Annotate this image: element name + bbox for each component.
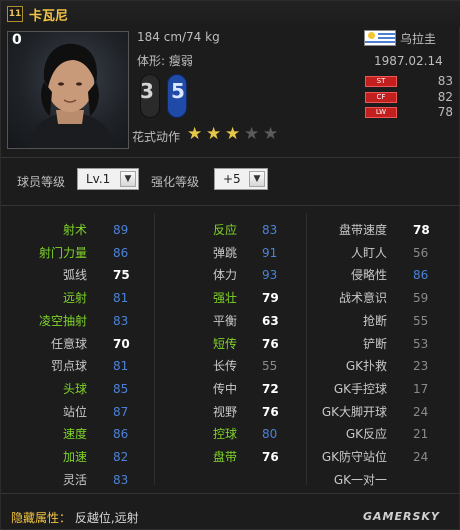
stat-row: GK防守站位 24 <box>1 446 460 468</box>
upgrade-level-select[interactable]: +5 ▼ <box>214 168 268 190</box>
position-tag: LW <box>365 106 397 118</box>
stat-row: 铲断 53 <box>1 333 460 355</box>
hidden-attributes-label: 隐藏属性： <box>11 511 72 525</box>
player-level-select[interactable]: Lv.1 ▼ <box>77 168 139 190</box>
player-level-value: Lv.1 <box>86 172 111 186</box>
upgrade-level-value: +5 <box>223 172 241 186</box>
stat-row: 盘带速度 78 <box>1 219 460 241</box>
watermark-logo: GAMERSKY <box>363 510 440 523</box>
stat-row: GK大脚开球 24 <box>1 401 460 423</box>
nationality: 乌拉圭 <box>400 32 437 46</box>
stat-value: 53 <box>413 336 429 351</box>
position-rating: 83 <box>437 74 453 88</box>
height-weight: 184 cm/74 kg <box>137 30 220 44</box>
stat-name: 人盯人 <box>350 245 387 260</box>
stat-row: 人盯人 56 <box>1 242 460 264</box>
stat-name: 铲断 <box>362 336 387 351</box>
stat-value: 86 <box>413 268 429 283</box>
star-empty-icon: ★ <box>263 124 279 144</box>
position-tag: CF <box>365 91 397 103</box>
stat-name: 侵略性 <box>350 268 387 283</box>
divider <box>1 157 460 158</box>
stat-row: GK扑救 23 <box>1 355 460 377</box>
hidden-attributes: 隐藏属性： 反越位,远射 <box>11 509 139 526</box>
stat-value: 78 <box>413 223 430 237</box>
stat-name: GK大脚开球 <box>321 404 387 419</box>
stat-row: GK手控球 17 <box>1 378 460 400</box>
upgrade-level-label: 强化等级 <box>151 175 200 189</box>
stat-value: 17 <box>413 381 429 396</box>
level-controls: 球员等级 Lv.1 ▼ 强化等级 +5 ▼ <box>1 161 460 197</box>
position-tag: ST <box>365 75 397 87</box>
stat-value: 24 <box>413 450 429 464</box>
player-photo: 0 <box>7 31 129 149</box>
stat-value: 23 <box>413 359 429 374</box>
player-info: 184 cm/74 kg 体形: 瘦弱 <box>137 29 220 77</box>
strong-foot-value: 5 <box>171 79 185 103</box>
stat-value: 24 <box>413 404 429 419</box>
stat-value: 55 <box>413 313 429 328</box>
player-portrait-image <box>28 43 116 148</box>
stat-row: GK一对一 <box>1 469 460 491</box>
stat-value: 21 <box>413 427 429 442</box>
player-level-label: 球员等级 <box>17 175 66 189</box>
stat-row: GK反应 21 <box>1 423 460 445</box>
player-name: 卡瓦尼 <box>29 8 69 24</box>
stat-name: GK扑救 <box>345 359 387 374</box>
divider <box>1 493 460 494</box>
stat-name: GK防守站位 <box>321 450 387 464</box>
stat-name: 盘带速度 <box>338 223 387 237</box>
stat-row: 战术意识 59 <box>1 287 460 309</box>
position-row-st: ST 83 <box>365 74 453 88</box>
divider <box>1 205 460 206</box>
weak-foot-value: 3 <box>140 79 154 103</box>
stat-name: 抢断 <box>362 313 387 328</box>
chevron-down-icon[interactable]: ▼ <box>120 171 136 187</box>
position-rating: 78 <box>437 105 453 119</box>
overall-rating: 0 <box>12 32 22 48</box>
star-filled-icon: ★ <box>206 124 222 144</box>
attribute-stats: 射术 89 射门力量 86 弧线 75 远射 81 凌空抽射 83 任意球 70 罚点球 81 头球 85 站位… <box>1 213 460 493</box>
stat-name: GK一对一 <box>333 472 387 487</box>
stat-value: 56 <box>413 245 429 260</box>
hidden-attributes-value: 反越位,远射 <box>74 511 139 525</box>
chevron-down-icon[interactable]: ▼ <box>249 171 265 187</box>
star-filled-icon: ★ <box>187 124 203 144</box>
season-badge: 11 <box>7 6 23 22</box>
stat-value: 59 <box>413 291 429 306</box>
stat-name: GK手控球 <box>333 381 387 396</box>
stat-row: 侵略性 86 <box>1 264 460 286</box>
stat-name: GK反应 <box>345 427 387 442</box>
position-row-lw: LW 78 <box>365 105 453 119</box>
position-rating: 82 <box>437 90 453 104</box>
star-filled-icon: ★ <box>225 124 241 144</box>
star-empty-icon: ★ <box>244 124 260 144</box>
uruguay-flag-icon <box>364 30 396 46</box>
stat-name: 战术意识 <box>338 291 387 306</box>
skill-moves-stars: ★ ★ ★ ★ ★ <box>187 126 280 143</box>
skill-moves-label: 花式动作 <box>132 130 181 144</box>
position-row-cf: CF 82 <box>365 90 453 104</box>
card-header: 11 卡瓦尼 <box>1 1 460 27</box>
player-card: 11 卡瓦尼 0 184 cm/74 kg 体形: 瘦弱 乌拉圭 1987.02… <box>0 0 460 530</box>
birthdate: 1987.02.14 <box>374 54 443 68</box>
stat-row: 抢断 55 <box>1 310 460 332</box>
